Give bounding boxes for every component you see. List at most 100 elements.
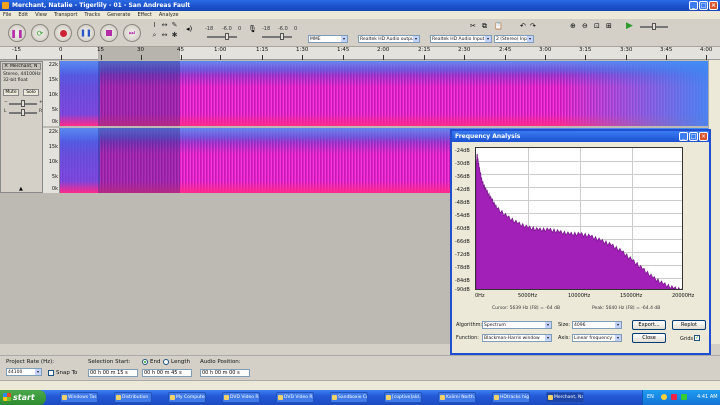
db-axis-label: -24dB — [455, 148, 470, 154]
function-select[interactable]: Blackman-Harris window ▾ — [482, 334, 552, 342]
zoom-tool-icon[interactable]: ⌕ — [150, 31, 159, 39]
skip-start-button[interactable]: ❚❚ — [77, 24, 95, 42]
close-track-icon[interactable]: × — [4, 63, 8, 69]
play-at-speed-icon[interactable]: ▶ — [626, 21, 633, 31]
chevron-down-icon: ▾ — [35, 369, 41, 375]
axis-select[interactable]: Linear frequency ▾ — [572, 334, 622, 342]
project-rate-select[interactable]: 44100 ▾ — [6, 368, 42, 376]
db-axis-label: -30dB — [455, 161, 470, 167]
redo-icon[interactable]: ↷ — [530, 22, 536, 30]
fit-selection-icon[interactable]: ⊡ — [594, 22, 600, 30]
pause-button[interactable]: ❚❚ — [8, 24, 26, 42]
selection-end-time[interactable]: 00 h 00 m 45 s — [142, 369, 192, 377]
taskbar-item-active[interactable]: Merchant, Na... — [546, 392, 584, 403]
chevron-down-icon: ▾ — [527, 36, 533, 42]
collapse-track-icon[interactable]: ▲ — [19, 186, 23, 192]
solo-button[interactable]: Solo — [23, 89, 39, 96]
db-axis-label: -78dB — [455, 265, 470, 271]
timeshift-tool-icon[interactable]: ↔ — [160, 31, 169, 39]
db-axis-label: -42dB — [455, 187, 470, 193]
zoom-in-icon[interactable]: ⊕ — [570, 22, 576, 30]
timeline-ruler[interactable]: -15 0 15 30 45 1:00 1:15 1:30 1:45 2:00 … — [0, 47, 720, 60]
taskbar-item[interactable]: Kalimi North... — [438, 392, 476, 403]
skip-end-button[interactable] — [100, 24, 118, 42]
meter-db-label: -18 — [205, 26, 214, 32]
db-axis-label: -66dB — [455, 239, 470, 245]
zoom-out-icon[interactable]: ⊖ — [582, 22, 588, 30]
playback-volume-slider[interactable] — [207, 33, 237, 40]
spectrogram-selection — [98, 61, 180, 126]
chevron-down-icon: ▾ — [615, 335, 621, 341]
record-volume-slider[interactable] — [262, 33, 292, 40]
language-indicator[interactable]: EN — [647, 390, 654, 405]
play-speed-slider[interactable] — [640, 23, 668, 30]
export-button[interactable]: Export... — [632, 320, 666, 330]
menu-generate[interactable]: Generate — [107, 11, 130, 19]
chevron-down-icon: ▾ — [545, 335, 551, 341]
menu-transport[interactable]: Transport — [54, 11, 77, 19]
spectrogram-left-channel[interactable] — [60, 61, 708, 126]
windows-flag-icon — [3, 393, 11, 401]
fit-project-icon[interactable]: ⊞ — [606, 22, 612, 30]
input-channels-select[interactable]: 2 (Stereo) Inp ▾ — [494, 35, 534, 43]
taskbar-item[interactable]: Windows Tas... — [60, 392, 98, 403]
paste-icon[interactable]: 📋 — [494, 22, 503, 30]
dialog-close-icon[interactable]: × — [699, 132, 708, 141]
gain-slider[interactable] — [9, 100, 37, 107]
menu-analyze[interactable]: Analyze — [159, 11, 179, 19]
menu-file[interactable]: File — [3, 11, 11, 19]
multi-tool-icon[interactable]: ✱ — [170, 31, 179, 39]
output-device-select[interactable]: Realtek HD Audio output ▾ — [358, 35, 420, 43]
play-button[interactable]: ⟳ — [31, 24, 49, 42]
db-axis-label: -36dB — [455, 174, 470, 180]
mute-button[interactable]: Mute — [3, 89, 19, 96]
dialog-maximize-button[interactable]: □ — [689, 132, 698, 141]
taskbar-item[interactable]: My Computer — [168, 392, 206, 403]
taskbar-item[interactable]: HDtracks high... — [492, 392, 530, 403]
taskbar-item[interactable]: DVD Video Ripe — [222, 392, 260, 403]
stop-button[interactable] — [54, 24, 72, 42]
close-button[interactable]: Close — [632, 333, 666, 343]
cut-icon[interactable]: ✂ — [470, 22, 476, 30]
end-radio[interactable] — [142, 359, 148, 365]
tray-icon[interactable] — [681, 394, 687, 400]
tray-icon[interactable] — [671, 394, 677, 400]
spectrum-plot[interactable] — [475, 147, 683, 290]
maximize-button[interactable]: □ — [699, 1, 708, 10]
close-window-button[interactable]: × — [709, 1, 718, 10]
menu-view[interactable]: View — [35, 11, 47, 19]
dialog-minimize-button[interactable]: _ — [679, 132, 688, 141]
snap-to-checkbox[interactable] — [48, 370, 54, 376]
hz-axis-label: 10000Hz — [568, 293, 591, 299]
taskbar-item[interactable]: [coptive]ald... — [384, 392, 422, 403]
undo-icon[interactable]: ↶ — [520, 22, 526, 30]
skip-icon: ⏭ — [128, 28, 136, 37]
draw-tool-icon[interactable]: ✎ — [170, 21, 179, 29]
cursor-readout: Cursor: 5639 Hz (F8) = -64 dB — [492, 306, 561, 311]
size-select[interactable]: 4096 ▾ — [572, 321, 622, 329]
selection-tool-icon[interactable]: I — [150, 21, 159, 29]
length-radio[interactable] — [163, 359, 169, 365]
input-device-select[interactable]: Realtek HD Audio Input ▾ — [430, 35, 492, 43]
ruler-tick: 1:00 — [214, 47, 227, 60]
audio-host-select[interactable]: MME ▾ — [308, 35, 348, 43]
audio-position-time[interactable]: 00 h 00 m 00 s — [200, 369, 250, 377]
tray-icon[interactable] — [661, 394, 667, 400]
taskbar-item[interactable]: DVD Video Ripe — [276, 392, 314, 403]
grids-checkbox[interactable]: ✓ — [694, 335, 700, 341]
start-button[interactable]: start — [0, 390, 46, 405]
algorithm-select[interactable]: Spectrum ▾ — [482, 321, 552, 329]
copy-icon[interactable]: ⧉ — [482, 22, 487, 31]
dialog-title-bar[interactable]: Frequency Analysis — [452, 131, 709, 142]
taskbar-item[interactable]: Distribution — [114, 392, 152, 403]
menu-edit[interactable]: Edit — [18, 11, 28, 19]
pan-slider[interactable] — [9, 109, 37, 116]
record-button[interactable]: ⏭ — [123, 24, 141, 42]
minimize-button[interactable]: _ — [689, 1, 698, 10]
selection-start-time[interactable]: 00 h 00 m 15 s — [88, 369, 138, 377]
envelope-tool-icon[interactable]: ↔ — [160, 21, 169, 29]
menu-tracks[interactable]: Tracks — [84, 11, 100, 19]
taskbar-item[interactable]: Sandboxie Co... — [330, 392, 368, 403]
menu-effect[interactable]: Effect — [137, 11, 151, 19]
replot-button[interactable]: Replot — [672, 320, 706, 330]
